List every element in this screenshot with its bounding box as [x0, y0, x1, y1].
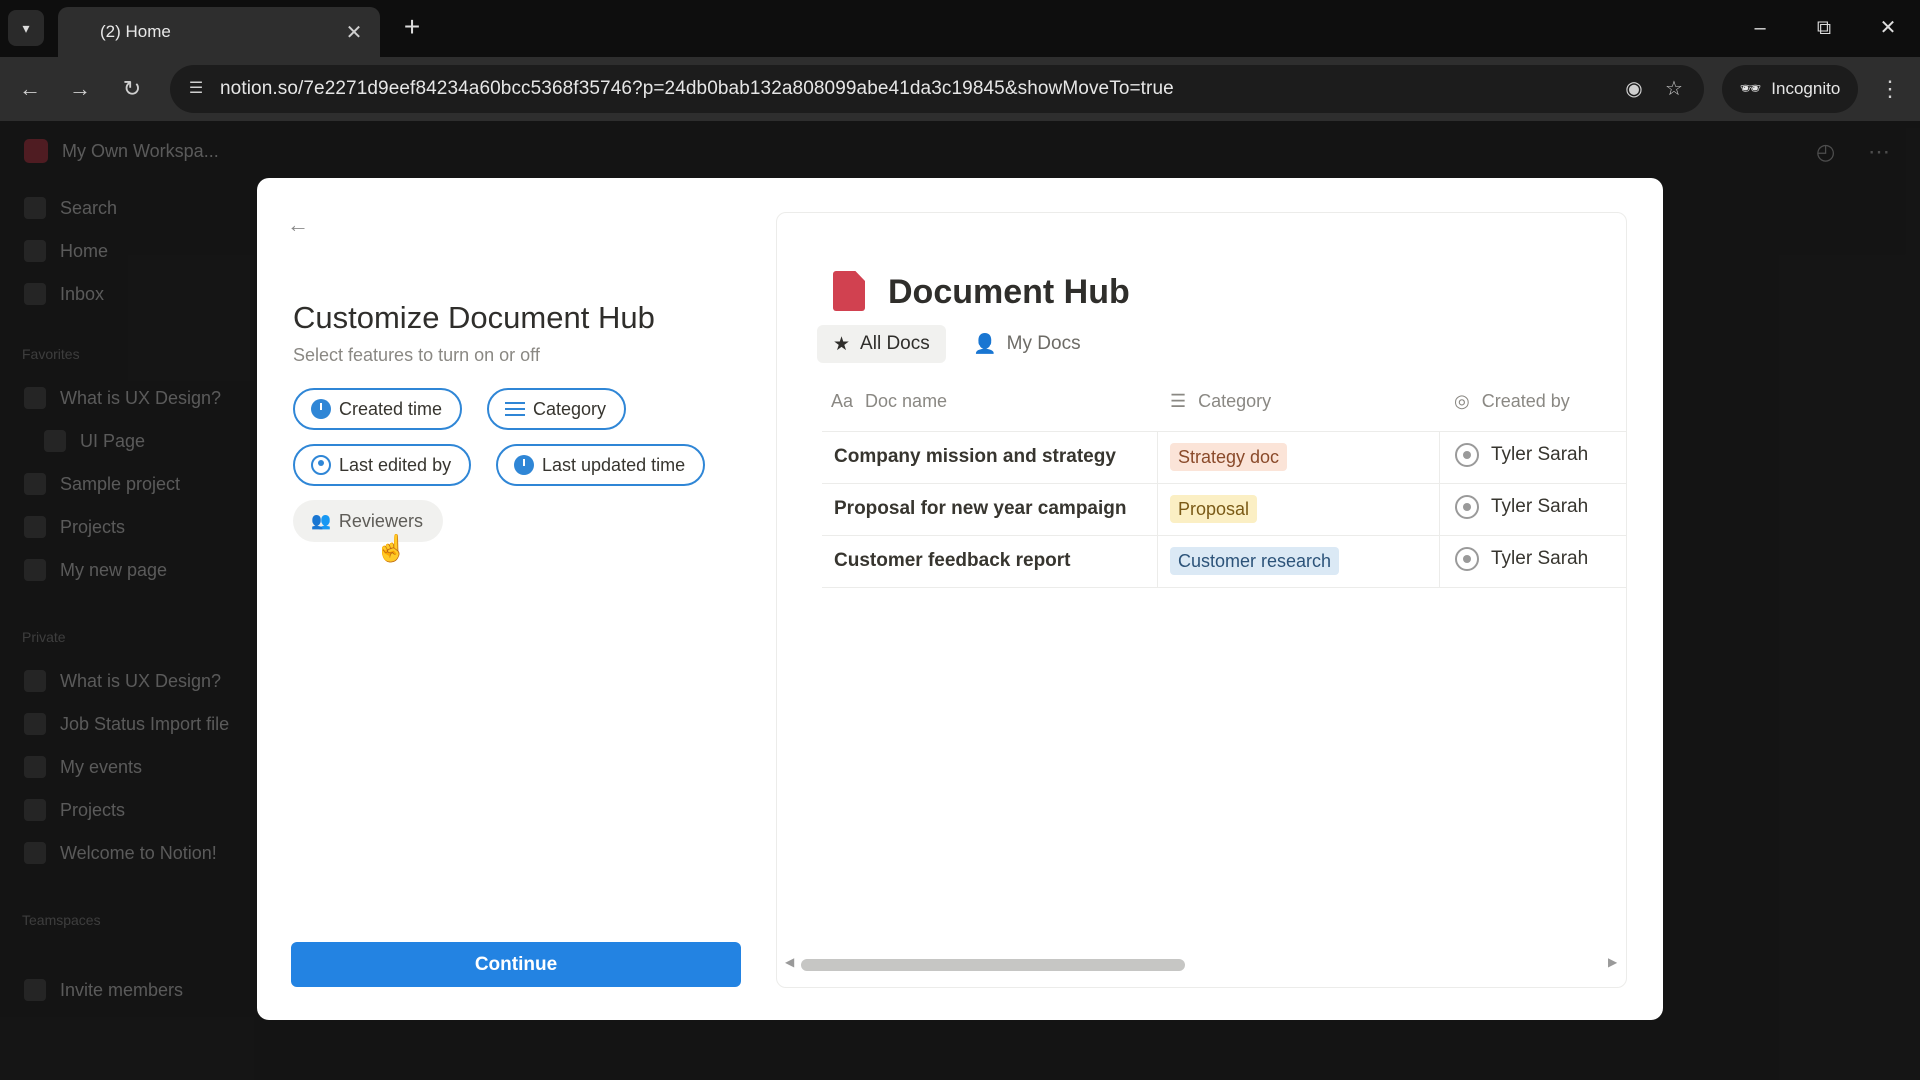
table-divider [1439, 431, 1440, 587]
bookmark-star-icon[interactable]: ☆ [1660, 77, 1688, 101]
avatar [1455, 495, 1479, 519]
reload-button[interactable]: ↻ [114, 71, 150, 107]
tab-label: All Docs [860, 333, 930, 354]
site-info-icon[interactable]: ☰ [184, 77, 208, 101]
clock-icon [514, 455, 534, 475]
close-window-button[interactable]: ✕ [1868, 12, 1908, 44]
table-row-doc-name[interactable]: Proposal for new year campaign [834, 498, 1126, 520]
chip-category[interactable]: Category [487, 388, 627, 430]
incognito-label: Incognito [1771, 79, 1841, 98]
modal-title: Customize Document Hub [293, 300, 655, 335]
table-divider [822, 483, 1626, 484]
table-divider [822, 535, 1626, 536]
minimize-window-button[interactable]: – [1740, 12, 1780, 44]
created-by-cell: Tyler Sarah [1455, 547, 1588, 571]
person-icon: 👤 [973, 334, 997, 355]
tab-my-docs[interactable]: 👤 My Docs [957, 325, 1097, 363]
created-by-cell: Tyler Sarah [1455, 443, 1588, 467]
browser-tab-home[interactable]: (2) Home ✕ [58, 7, 380, 57]
chip-reviewers[interactable]: 👥 Reviewers [293, 500, 443, 542]
category-tag: Proposal [1170, 495, 1258, 523]
column-header-doc-name[interactable]: Aa Doc name [831, 391, 947, 412]
browser-toolbar: ← → ↻ ☰ notion.so/7e2271d9eef84234a60bcc… [0, 57, 1920, 121]
tab-all-docs[interactable]: ★ All Docs [817, 325, 946, 363]
chip-label: Created time [339, 398, 443, 419]
chip-last-updated-time[interactable]: Last updated time [496, 444, 706, 486]
browser-tabbar: ▾ (2) Home ✕ + – ⧉ ✕ [0, 0, 1920, 57]
chip-label: Last updated time [542, 454, 686, 475]
table-row-doc-name[interactable]: Company mission and strategy [834, 446, 1116, 468]
chip-label: Reviewers [338, 510, 423, 531]
back-arrow-icon[interactable]: ← [287, 212, 309, 238]
address-bar[interactable]: ☰ notion.so/7e2271d9eef84234a60bcc5368f3… [170, 65, 1704, 113]
customize-modal: ← Customize Document Hub Select features… [257, 178, 1663, 1020]
document-hub-preview: Document Hub ★ All Docs 👤 My Docs Aa Doc… [776, 212, 1627, 988]
hand-cursor-icon: ☝ [375, 533, 408, 563]
creator-name: Tyler Sarah [1491, 496, 1589, 517]
column-header-created-by[interactable]: ◎ Created by [1454, 391, 1570, 412]
preview-title: Document Hub [888, 273, 1130, 311]
table-divider [822, 431, 1626, 432]
list-icon: ☰ [1170, 391, 1187, 411]
horizontal-scrollbar[interactable] [801, 959, 1601, 971]
tracking-protection-icon[interactable]: ◉ [1620, 77, 1648, 101]
text-type-icon: Aa [831, 391, 854, 411]
created-by-cell: Tyler Sarah [1455, 495, 1588, 519]
forward-button[interactable]: → [62, 71, 98, 107]
chip-label: Last edited by [339, 454, 452, 475]
avatar [1455, 547, 1479, 571]
star-icon: ★ [833, 333, 851, 355]
table-divider [822, 587, 1626, 588]
column-header-category[interactable]: ☰ Category [1170, 391, 1271, 412]
modal-subtitle: Select features to turn on or off [293, 345, 540, 365]
new-tab-button[interactable]: + [396, 12, 428, 44]
restore-window-button[interactable]: ⧉ [1804, 12, 1844, 44]
column-header-label: Created by [1481, 391, 1570, 411]
people-icon: 👥 [311, 513, 331, 530]
url-text[interactable]: notion.so/7e2271d9eef84234a60bcc5368f357… [220, 78, 1174, 100]
browser-tab-title: (2) Home [100, 22, 171, 41]
creator-name: Tyler Sarah [1491, 548, 1589, 569]
table-divider [1157, 431, 1158, 587]
browser-menu-icon[interactable]: ⋮ [1872, 71, 1908, 107]
person-circle-icon: ◎ [1454, 391, 1470, 411]
tab-close-icon[interactable]: ✕ [344, 20, 364, 45]
chip-label: Category [533, 398, 607, 419]
chip-created-time[interactable]: Created time [293, 388, 463, 430]
list-icon [505, 401, 525, 417]
tab-label: My Docs [1006, 333, 1081, 354]
scroll-left-icon[interactable]: ◀ [785, 955, 794, 969]
chip-last-edited-by[interactable]: Last edited by [293, 444, 472, 486]
category-tag: Strategy doc [1170, 443, 1288, 471]
creator-name: Tyler Sarah [1491, 444, 1589, 465]
continue-button[interactable]: Continue [291, 942, 741, 987]
document-icon [833, 271, 865, 311]
scrollbar-thumb[interactable] [801, 959, 1185, 971]
avatar [1455, 443, 1479, 467]
category-tag: Customer research [1170, 547, 1340, 575]
scroll-right-icon[interactable]: ▶ [1608, 955, 1617, 969]
back-button[interactable]: ← [12, 71, 48, 107]
incognito-icon: 🕶 [1739, 79, 1762, 98]
table-row-doc-name[interactable]: Customer feedback report [834, 550, 1071, 572]
column-header-label: Category [1198, 391, 1272, 411]
column-header-label: Doc name [865, 391, 948, 411]
tab-list-dropdown-button[interactable]: ▾ [8, 10, 44, 46]
clock-icon [311, 399, 331, 419]
person-icon [311, 455, 331, 475]
incognito-indicator[interactable]: 🕶 Incognito [1722, 65, 1858, 113]
